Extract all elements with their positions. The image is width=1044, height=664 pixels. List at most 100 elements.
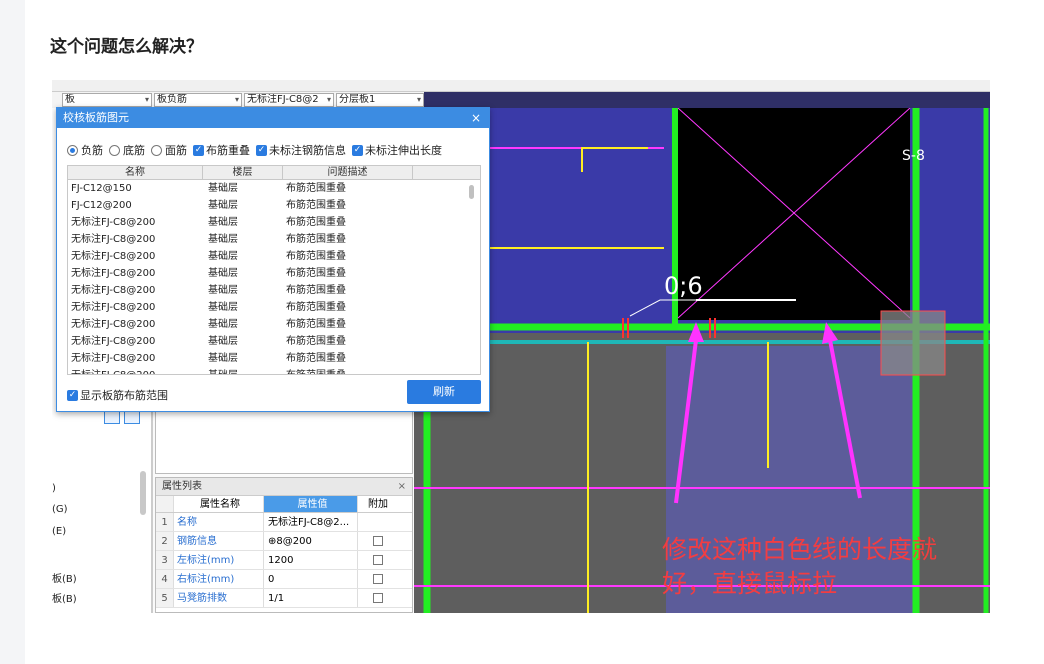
- property-row[interactable]: 4 右标注(mm) 0: [156, 570, 412, 589]
- radio-bottom-rebar[interactable]: [109, 144, 120, 156]
- list-view-icon[interactable]: [104, 410, 120, 424]
- close-icon[interactable]: ×: [471, 108, 481, 128]
- table-cell: 基础层: [208, 336, 238, 347]
- element-type-value: 板: [65, 94, 75, 105]
- s8-label: S-8: [902, 148, 925, 164]
- table-cell: 无标注FJ-C8@200: [68, 367, 203, 374]
- extra-checkbox[interactable]: [373, 536, 383, 546]
- table-row[interactable]: 无标注FJ-C8@200基础层布筋范围重叠: [68, 299, 480, 316]
- table-cell: 无标注FJ-C8@200: [71, 268, 156, 279]
- table-row[interactable]: 无标注FJ-C8@200基础层布筋范围重叠: [68, 265, 480, 282]
- property-cell-name: 右标注(mm): [174, 570, 264, 588]
- table-cell: 基础层: [208, 183, 238, 194]
- issue-table: 名称 楼层 问题描述 FJ-C12@150 基础层 布筋范围重叠 FJ-C12@200…: [67, 165, 481, 375]
- table-cell: 无标注FJ-C8@200: [71, 285, 156, 296]
- property-cell-n: 3: [156, 551, 174, 569]
- table-row[interactable]: 无标注FJ-C8@200基础层布筋范围重叠: [68, 350, 480, 367]
- table-cell: 布筋范围重叠: [286, 285, 346, 296]
- table-cell: 无标注FJ-C8@200: [71, 319, 156, 330]
- table-cell: 无标注FJ-C8@200: [71, 353, 156, 364]
- close-icon[interactable]: ×: [398, 478, 406, 496]
- check-unlabeled-length[interactable]: ✓: [352, 144, 363, 156]
- chevron-down-icon: ▾: [234, 95, 239, 104]
- table-cell: 基础层: [208, 319, 238, 330]
- table-body: FJ-C12@150 基础层 布筋范围重叠 FJ-C12@200 基础层 布筋范围重叠 无标…: [68, 180, 480, 374]
- checkbox-label: 未标注伸出长度: [365, 144, 442, 157]
- table-row[interactable]: 无标注FJ-C8@200基础层布筋范围重叠: [68, 248, 480, 265]
- table-row[interactable]: 无标注FJ-C8@200基础层布筋范围重叠: [68, 333, 480, 350]
- side-item[interactable]: (G): [52, 504, 68, 515]
- table-cell: 布筋范围重叠: [286, 217, 346, 228]
- check-overlap[interactable]: ✓: [193, 144, 204, 156]
- radio-label: 底筋: [123, 144, 145, 157]
- chevron-down-icon: ▾: [416, 95, 421, 104]
- extra-checkbox[interactable]: [373, 593, 383, 603]
- property-cell-name: 钢筋信息: [174, 532, 264, 550]
- property-header: 属性名称 属性值 附加: [156, 496, 412, 513]
- extra-checkbox[interactable]: [373, 574, 383, 584]
- property-row[interactable]: 2 钢筋信息 ⊕8@200: [156, 532, 412, 551]
- table-cell: 基础层: [208, 234, 238, 245]
- check-unlabeled-info[interactable]: ✓: [256, 144, 267, 156]
- property-cell-n: 1: [156, 513, 174, 531]
- checkbox-label: 布筋重叠: [206, 144, 250, 157]
- column-square: [880, 310, 946, 376]
- radio-top-rebar[interactable]: [151, 144, 162, 156]
- table-scrollbar[interactable]: [469, 185, 474, 199]
- check-show-range[interactable]: ✓: [67, 389, 78, 401]
- table-cell: FJ-C12@150: [71, 183, 132, 194]
- dialog-title: 校核板筋图元: [63, 111, 129, 124]
- table-cell: 基础层: [208, 217, 238, 228]
- property-row[interactable]: 1 名称 无标注FJ-C8@2...: [156, 513, 412, 532]
- rebar-type-select[interactable]: 板负筋 ▾: [154, 93, 242, 107]
- property-row[interactable]: 3 左标注(mm) 1200: [156, 551, 412, 570]
- check-slab-rebar-dialog: 校核板筋图元 × 负筋 底筋 面筋 ✓ 布筋重叠 ✓ 未标注钢筋信息 ✓ 未标注伸出长…: [56, 107, 490, 412]
- rebar-name-select[interactable]: 无标注FJ-C8@2 ▾: [244, 93, 334, 107]
- property-extra-cell: [358, 570, 398, 588]
- prop-name-header: 属性名称: [174, 496, 264, 512]
- property-cell-value: 0: [264, 570, 358, 588]
- table-cell: 布筋范围重叠: [286, 336, 346, 347]
- chevron-down-icon: ▾: [326, 95, 331, 104]
- property-cell-value: 1/1: [264, 589, 358, 607]
- show-range-option: ✓ 显示板筋布筋范围: [67, 387, 168, 403]
- table-row[interactable]: FJ-C12@200 基础层 布筋范围重叠: [68, 197, 480, 214]
- property-cell-name: 名称: [174, 513, 264, 531]
- table-cell: 布筋范围重叠: [286, 251, 346, 262]
- show-range-label: 显示板筋布筋范围: [80, 389, 168, 402]
- table-row[interactable]: 无标注FJ-C8@200基础层布筋范围重叠: [68, 231, 480, 248]
- radio-negative-rebar[interactable]: [67, 144, 78, 156]
- table-row[interactable]: 无标注FJ-C8@200基础层布筋范围重叠: [68, 316, 480, 333]
- extra-checkbox[interactable]: [373, 555, 383, 565]
- row-index-header: [156, 496, 174, 512]
- table-row[interactable]: 无标注FJ-C8@200基础层布筋范围重叠: [68, 367, 480, 374]
- property-extra-cell: [358, 551, 398, 569]
- table-row[interactable]: 无标注FJ-C8@200基础层布筋范围重叠: [68, 282, 480, 299]
- table-cell: 布筋范围重叠: [286, 353, 346, 364]
- table-row[interactable]: 无标注FJ-C8@200 基础层 布筋范围重叠: [68, 214, 480, 231]
- property-extra-cell: [358, 589, 398, 607]
- table-row[interactable]: FJ-C12@150 基础层 布筋范围重叠: [68, 180, 480, 197]
- chevron-down-icon: ▾: [144, 95, 149, 104]
- annotation-line-1: 修改这种白色线的长度就: [662, 535, 938, 564]
- table-cell: 无标注FJ-C8@200: [71, 234, 156, 245]
- side-item[interactable]: (E): [52, 526, 66, 537]
- property-cell-n: 2: [156, 532, 174, 550]
- property-panel-title: 属性列表 ×: [156, 478, 412, 496]
- element-type-select[interactable]: 板 ▾: [62, 93, 152, 107]
- refresh-button[interactable]: 刷新: [407, 380, 481, 404]
- side-item[interactable]: 板(B): [52, 570, 77, 585]
- dialog-title-bar: 校核板筋图元 ×: [57, 108, 489, 128]
- side-item[interactable]: ): [52, 483, 56, 494]
- dim-label: 0;6: [664, 272, 703, 300]
- left-panel-scrollbar[interactable]: [140, 471, 146, 515]
- property-row[interactable]: 5 马凳筋排数 1/1: [156, 589, 412, 608]
- rebar-type-value: 板负筋: [157, 94, 187, 105]
- table-cell: 无标注FJ-C8@200: [71, 217, 156, 228]
- filter-options: 负筋 底筋 面筋 ✓ 布筋重叠 ✓ 未标注钢筋信息 ✓ 未标注伸出长度: [67, 142, 442, 158]
- grid-view-icon[interactable]: [124, 410, 140, 424]
- table-cell: 布筋范围重叠: [286, 200, 346, 211]
- side-item[interactable]: 板(B): [52, 590, 77, 605]
- layer-select[interactable]: 分层板1 ▾: [336, 93, 424, 107]
- property-cell-name: 马凳筋排数: [174, 589, 264, 607]
